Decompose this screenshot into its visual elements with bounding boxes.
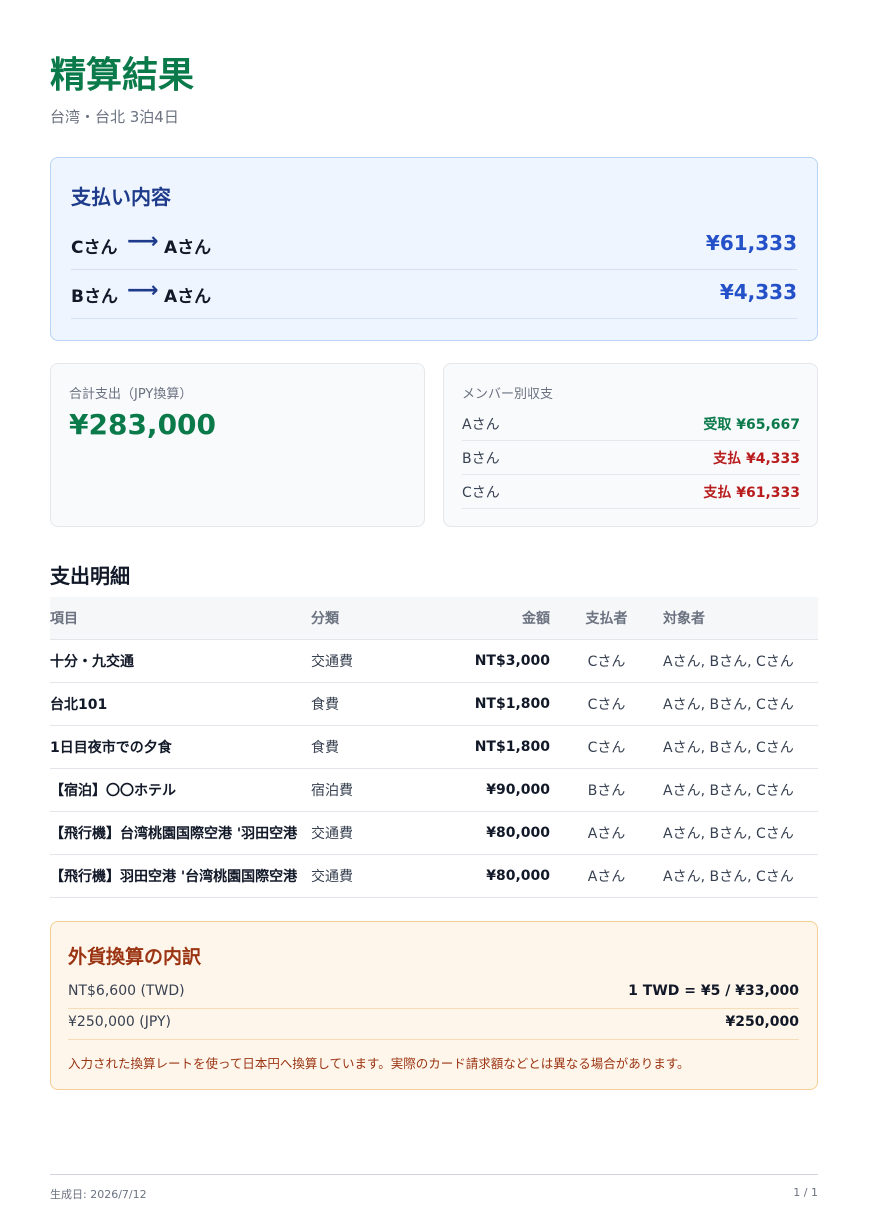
payment-from: Bさん: [71, 287, 118, 307]
payments-title: 支払い内容: [71, 185, 171, 209]
cell-amount: NT$1,800: [411, 725, 550, 769]
cell-category: 交通費: [311, 639, 411, 683]
cell-item: 【宿泊】〇〇ホテル: [50, 768, 311, 812]
cell-item: 1日目夜市での夕食: [50, 725, 311, 769]
footer-divider: [50, 1174, 818, 1175]
table-row: 【飛行機】羽田空港 '台湾桃園国際空港 交通費 ¥80,000 Aさん Aさん,…: [50, 854, 818, 898]
table-row: 【飛行機】台湾桃園国際空港 '羽田空港 交通費 ¥80,000 Aさん Aさん,…: [50, 811, 818, 855]
fx-title: 外貨換算の内訳: [68, 946, 202, 968]
cell-targets: Aさん, Bさん, Cさん: [663, 854, 818, 898]
generated-date: 生成日: 2026/7/12: [50, 1188, 147, 1201]
member-name: Cさん: [462, 485, 500, 501]
payment-to: Aさん: [164, 238, 212, 258]
header-category: 分類: [311, 597, 411, 640]
payment-amount: ¥4,333: [719, 280, 797, 304]
cell-targets: Aさん, Bさん, Cさん: [663, 725, 818, 769]
fx-row: NT$6,600 (TWD) 1 TWD = ¥5 / ¥33,000: [68, 978, 799, 1009]
cell-amount: ¥80,000: [411, 811, 550, 855]
fx-currency: NT$6,600 (TWD): [68, 983, 185, 999]
arrow-right-icon: ⟶: [127, 229, 159, 254]
cell-payer: Aさん: [550, 811, 663, 855]
cell-category: 交通費: [311, 854, 411, 898]
payment-row: Bさん ⟶ Aさん ¥4,333: [71, 270, 797, 319]
cell-targets: Aさん, Bさん, Cさん: [663, 768, 818, 812]
cell-item: 【飛行機】羽田空港 '台湾桃園国際空港: [50, 854, 311, 898]
cell-payer: Cさん: [550, 682, 663, 726]
payment-from: Cさん: [71, 238, 118, 258]
page-title: 精算結果: [50, 55, 195, 96]
header-payer: 支払者: [550, 597, 663, 640]
payment-row: Cさん ⟶ Aさん ¥61,333: [71, 221, 797, 270]
page-number: 1 / 1: [793, 1186, 818, 1199]
expenses-title: 支出明細: [50, 564, 130, 588]
cell-targets: Aさん, Bさん, Cさん: [663, 639, 818, 683]
arrow-right-icon: ⟶: [127, 278, 159, 303]
member-balance: 支払 ¥61,333: [703, 485, 800, 501]
total-amount: ¥283,000: [69, 408, 217, 441]
member-name: Aさん: [462, 417, 500, 433]
member-balance: 受取 ¥65,667: [703, 417, 800, 433]
members-label: メンバー別収支: [462, 387, 554, 402]
payment-amount: ¥61,333: [705, 231, 797, 255]
cell-category: 交通費: [311, 811, 411, 855]
total-label: 合計支出（JPY換算）: [69, 387, 193, 402]
member-row: Cさん 支払 ¥61,333: [462, 475, 800, 509]
fx-row: ¥250,000 (JPY) ¥250,000: [68, 1009, 799, 1040]
fx-rate: ¥250,000: [725, 1014, 799, 1030]
cell-payer: Cさん: [550, 639, 663, 683]
member-row: Bさん 支払 ¥4,333: [462, 441, 800, 475]
header-targets: 対象者: [663, 597, 818, 640]
header-item: 項目: [50, 597, 311, 640]
cell-item: 十分・九交通: [50, 639, 311, 683]
cell-category: 宿泊費: [311, 768, 411, 812]
expenses-table: 項目 分類 金額 支払者 対象者 十分・九交通 交通費 NT$3,000 Cさん…: [50, 597, 818, 898]
header-amount: 金額: [411, 597, 550, 640]
fx-currency: ¥250,000 (JPY): [68, 1014, 171, 1030]
member-name: Bさん: [462, 451, 500, 467]
cell-category: 食費: [311, 682, 411, 726]
cell-category: 食費: [311, 725, 411, 769]
payment-to: Aさん: [164, 287, 212, 307]
cell-payer: Cさん: [550, 725, 663, 769]
total-card: 合計支出（JPY換算） ¥283,000: [50, 363, 425, 527]
member-row: Aさん 受取 ¥65,667: [462, 407, 800, 441]
fx-note: 入力された換算レートを使って日本円へ換算しています。実際のカード請求額などとは異…: [68, 1056, 690, 1071]
table-row: 1日目夜市での夕食 食費 NT$1,800 Cさん Aさん, Bさん, Cさん: [50, 725, 818, 769]
cell-payer: Bさん: [550, 768, 663, 812]
trip-subtitle: 台湾・台北 3泊4日: [50, 108, 179, 126]
cell-amount: NT$3,000: [411, 639, 550, 683]
cell-payer: Aさん: [550, 854, 663, 898]
cell-targets: Aさん, Bさん, Cさん: [663, 682, 818, 726]
cell-targets: Aさん, Bさん, Cさん: [663, 811, 818, 855]
cell-amount: NT$1,800: [411, 682, 550, 726]
cell-amount: ¥90,000: [411, 768, 550, 812]
cell-item: 【飛行機】台湾桃園国際空港 '羽田空港: [50, 811, 311, 855]
table-row: 十分・九交通 交通費 NT$3,000 Cさん Aさん, Bさん, Cさん: [50, 639, 818, 683]
fx-rate: 1 TWD = ¥5 / ¥33,000: [628, 983, 799, 999]
table-row: 【宿泊】〇〇ホテル 宿泊費 ¥90,000 Bさん Aさん, Bさん, Cさん: [50, 768, 818, 812]
cell-item: 台北101: [50, 682, 311, 726]
member-balance: 支払 ¥4,333: [713, 451, 800, 467]
cell-amount: ¥80,000: [411, 854, 550, 898]
table-header-row: 項目 分類 金額 支払者 対象者: [50, 597, 818, 640]
table-row: 台北101 食費 NT$1,800 Cさん Aさん, Bさん, Cさん: [50, 682, 818, 726]
members-card: メンバー別収支 Aさん 受取 ¥65,667 Bさん 支払 ¥4,333 Cさん…: [443, 363, 818, 527]
